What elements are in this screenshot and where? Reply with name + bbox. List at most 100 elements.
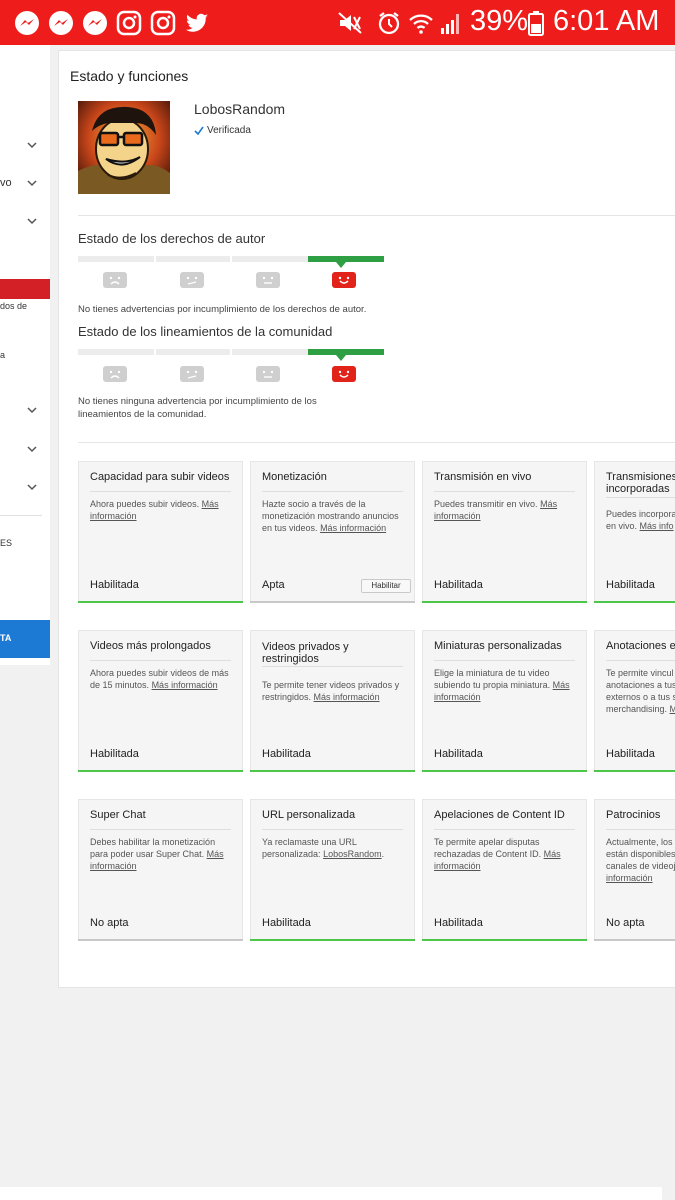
card-divider bbox=[434, 829, 575, 830]
feature-card-custom-thumbnails[interactable]: Miniaturas personalizadas Elige la minia… bbox=[422, 630, 587, 772]
feature-title: Videos más prolongados bbox=[90, 640, 211, 652]
divider bbox=[78, 442, 675, 443]
feature-status: Habilitada bbox=[606, 748, 655, 760]
description-text: Elige la miniatura de tu video subiendo … bbox=[434, 668, 551, 690]
feature-description: Te permite tener videos privados y restr… bbox=[262, 679, 407, 703]
feature-title: Apelaciones de Content ID bbox=[434, 809, 565, 821]
feature-card-super-chat[interactable]: Super Chat Debes habilitar la monetizaci… bbox=[78, 799, 243, 941]
sidebar-fragment[interactable]: vo bbox=[0, 177, 12, 189]
more-info-link[interactable]: información bbox=[606, 873, 653, 883]
unsure-face-icon bbox=[180, 366, 204, 382]
feature-status: Habilitada bbox=[434, 917, 483, 929]
signal-icon bbox=[441, 14, 459, 34]
feature-description: Elige la miniatura de tu video subiendo … bbox=[434, 667, 579, 703]
copyright-status-title: Estado de los derechos de autor bbox=[78, 231, 266, 246]
feature-description: Te permite vincul anotaciones a tus exte… bbox=[606, 667, 675, 715]
feature-description: Puedes transmitir en vivo. Más informaci… bbox=[434, 498, 579, 522]
meter-good-segment bbox=[308, 349, 384, 355]
feature-status: Habilitada bbox=[262, 748, 311, 760]
status-bar-indicator bbox=[78, 770, 243, 772]
neutral-face-icon bbox=[256, 272, 280, 288]
status-bar-indicator bbox=[422, 601, 587, 603]
description-text: Puedes transmitir en vivo. bbox=[434, 499, 538, 509]
page-title: Estado y funciones bbox=[70, 68, 189, 84]
feature-description: Actualmente, los están disponibles canal… bbox=[606, 836, 675, 884]
sidebar-fragment[interactable]: a bbox=[0, 350, 5, 360]
mute-icon bbox=[338, 12, 362, 34]
chevron-down-icon[interactable] bbox=[26, 139, 38, 151]
feature-title: Videos privados y restringidos bbox=[262, 641, 349, 665]
feature-card-live-streaming[interactable]: Transmisión en vivo Puedes transmitir en… bbox=[422, 461, 587, 603]
card-divider bbox=[90, 660, 231, 661]
feature-status: Habilitada bbox=[434, 579, 483, 591]
card-divider bbox=[434, 660, 575, 661]
twitter-icon bbox=[186, 13, 208, 32]
unsure-face-icon bbox=[180, 272, 204, 288]
feature-card-private-videos[interactable]: Videos privados y restringidos Te permit… bbox=[250, 630, 415, 772]
feature-description: Ahora puedes subir videos. Más informaci… bbox=[90, 498, 235, 522]
feature-card-custom-url[interactable]: URL personalizada Ya reclamaste una URL … bbox=[250, 799, 415, 941]
feature-card-external-annotations[interactable]: Anotaciones ex Te permite vincul anotaci… bbox=[594, 630, 675, 772]
instagram-icon bbox=[150, 10, 176, 36]
feature-status: No apta bbox=[606, 917, 645, 929]
description-text: Debes habilitar la monetización para pod… bbox=[90, 837, 216, 859]
sidebar-action-label: TA bbox=[0, 633, 12, 643]
feature-status: No apta bbox=[90, 917, 129, 929]
enable-button[interactable]: Habilitar bbox=[361, 579, 411, 593]
chevron-down-icon[interactable] bbox=[26, 443, 38, 455]
messenger-icon bbox=[15, 11, 39, 35]
status-bar-indicator bbox=[250, 601, 415, 603]
status-bar-indicator bbox=[250, 770, 415, 772]
feature-status: Habilitada bbox=[606, 579, 655, 591]
more-info-link[interactable]: Más información bbox=[320, 523, 386, 533]
feature-title: Patrocinios bbox=[606, 809, 661, 821]
description-text: Te permite vincul anotaciones a tus exte… bbox=[606, 668, 675, 714]
feature-description: Puedes incorporar en vivo. Más info bbox=[606, 508, 675, 532]
feature-card-content-id-appeals[interactable]: Apelaciones de Content ID Te permite ape… bbox=[422, 799, 587, 941]
wifi-icon bbox=[409, 14, 433, 34]
chevron-down-icon[interactable] bbox=[26, 404, 38, 416]
feature-title: Miniaturas personalizadas bbox=[434, 640, 562, 652]
sidebar-action-button[interactable]: TA bbox=[0, 620, 50, 658]
feature-title: Anotaciones ex bbox=[606, 640, 675, 652]
more-info-link[interactable]: Más información bbox=[314, 692, 380, 702]
status-bar: 39% 6:01 AM bbox=[0, 0, 675, 45]
sidebar-divider bbox=[0, 515, 42, 516]
divider bbox=[78, 215, 675, 216]
sad-face-icon bbox=[103, 272, 127, 288]
neutral-face-icon bbox=[256, 366, 280, 382]
meter-divider bbox=[154, 256, 156, 262]
description-text: Actualmente, los están disponibles canal… bbox=[606, 837, 675, 871]
card-divider bbox=[262, 829, 403, 830]
chevron-down-icon[interactable] bbox=[26, 177, 38, 189]
happy-face-icon bbox=[332, 272, 356, 288]
feature-status: Habilitada bbox=[90, 579, 139, 591]
feature-title: Super Chat bbox=[90, 809, 146, 821]
card-divider bbox=[262, 491, 403, 492]
meter-good-segment bbox=[308, 256, 384, 262]
instagram-icon bbox=[116, 10, 142, 36]
channel-avatar[interactable] bbox=[78, 101, 170, 194]
battery-percent: 39% bbox=[470, 5, 529, 37]
status-bar-indicator bbox=[422, 939, 587, 941]
feature-card-upload[interactable]: Capacidad para subir videos Ahora puedes… bbox=[78, 461, 243, 603]
sidebar-item-active[interactable] bbox=[0, 279, 50, 299]
sidebar-fragment[interactable]: ES bbox=[0, 538, 12, 548]
messenger-icon bbox=[49, 11, 73, 35]
chevron-down-icon[interactable] bbox=[26, 481, 38, 493]
feature-card-sponsorships[interactable]: Patrocinios Actualmente, los están dispo… bbox=[594, 799, 675, 941]
channel-name[interactable]: LobosRandom bbox=[194, 101, 285, 117]
status-bar-indicator bbox=[78, 939, 243, 941]
verified-label: Verificada bbox=[207, 125, 251, 136]
feature-card-monetization[interactable]: Monetización Hazte socio a través de la … bbox=[250, 461, 415, 603]
more-info-link[interactable]: M bbox=[670, 704, 675, 714]
custom-url-link[interactable]: LobosRandom bbox=[323, 849, 382, 859]
chevron-down-icon[interactable] bbox=[26, 215, 38, 227]
more-info-link[interactable]: Más información bbox=[152, 680, 218, 690]
sidebar-fragment[interactable]: dos de bbox=[0, 301, 27, 311]
feature-status: Habilitada bbox=[434, 748, 483, 760]
feature-card-embedded-streams[interactable]: Transmisiones incorporadas Puedes incorp… bbox=[594, 461, 675, 603]
more-info-link[interactable]: Más info bbox=[640, 521, 674, 531]
feature-card-longer-videos[interactable]: Videos más prolongados Ahora puedes subi… bbox=[78, 630, 243, 772]
description-suffix: . bbox=[381, 849, 385, 859]
